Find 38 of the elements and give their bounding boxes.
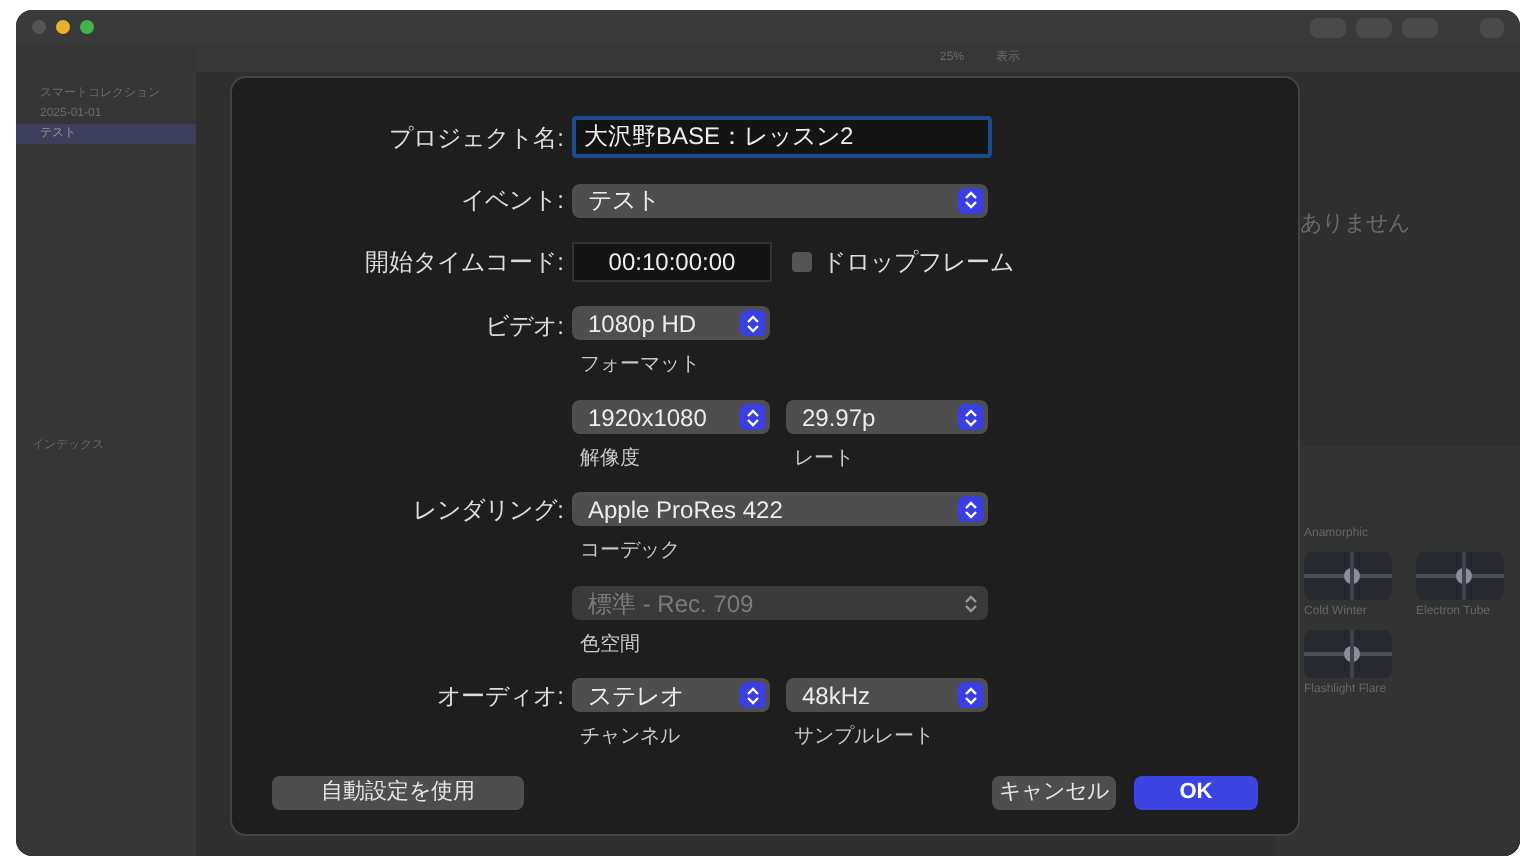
- field-caption: レート: [792, 446, 856, 474]
- minimize-window-icon[interactable]: [56, 20, 70, 34]
- dialog-button[interactable]: キャンセル: [992, 776, 1116, 810]
- field-label: ビデオ:: [483, 310, 566, 344]
- popup-button[interactable]: テスト: [572, 183, 988, 217]
- field-label: イベント:: [459, 184, 566, 218]
- field-caption: コーデック: [578, 538, 682, 566]
- popup-button[interactable]: ステレオ: [572, 678, 770, 712]
- field-caption: サンプルレート: [792, 723, 936, 752]
- stepper-icon: [740, 404, 766, 430]
- field-caption: チャンネル: [578, 724, 682, 752]
- popup-button[interactable]: 1920x1080: [572, 400, 770, 434]
- field-label: オーディオ:: [435, 680, 566, 714]
- field-caption: 色空間: [578, 631, 642, 660]
- stepper-icon: [958, 682, 984, 708]
- ok-button[interactable]: OK: [1134, 776, 1258, 810]
- dialog-button[interactable]: 自動設定を使用: [272, 776, 524, 810]
- stepper-icon: [958, 404, 984, 430]
- popup-button[interactable]: Apple ProRes 422: [572, 492, 988, 526]
- checkbox-label: ドロップフレーム: [822, 246, 1014, 280]
- project-name-field[interactable]: 大沢野BASE：レッスン2: [572, 116, 992, 158]
- zoom-window-icon[interactable]: [80, 20, 94, 34]
- checkbox[interactable]: [792, 252, 812, 272]
- field-caption: 解像度: [578, 445, 642, 474]
- field-caption: フォーマット: [578, 352, 702, 380]
- timecode-field[interactable]: 00:10:00:00: [572, 242, 772, 282]
- stepper-icon: [740, 310, 766, 336]
- viewer-message: ありません: [1300, 210, 1412, 240]
- popup-button[interactable]: 48kHz: [786, 678, 988, 712]
- close-window-icon[interactable]: [32, 20, 46, 34]
- popup-button[interactable]: 1080p HD: [572, 306, 770, 340]
- field-label: レンダリング:: [411, 494, 566, 528]
- stepper-icon: [958, 496, 984, 522]
- stepper-icon: [740, 682, 766, 708]
- field-label: 開始タイムコード:: [363, 246, 566, 280]
- stepper-icon: [958, 187, 984, 213]
- field-label: プロジェクト名:: [387, 121, 566, 155]
- popup-button[interactable]: 29.97p: [786, 400, 988, 434]
